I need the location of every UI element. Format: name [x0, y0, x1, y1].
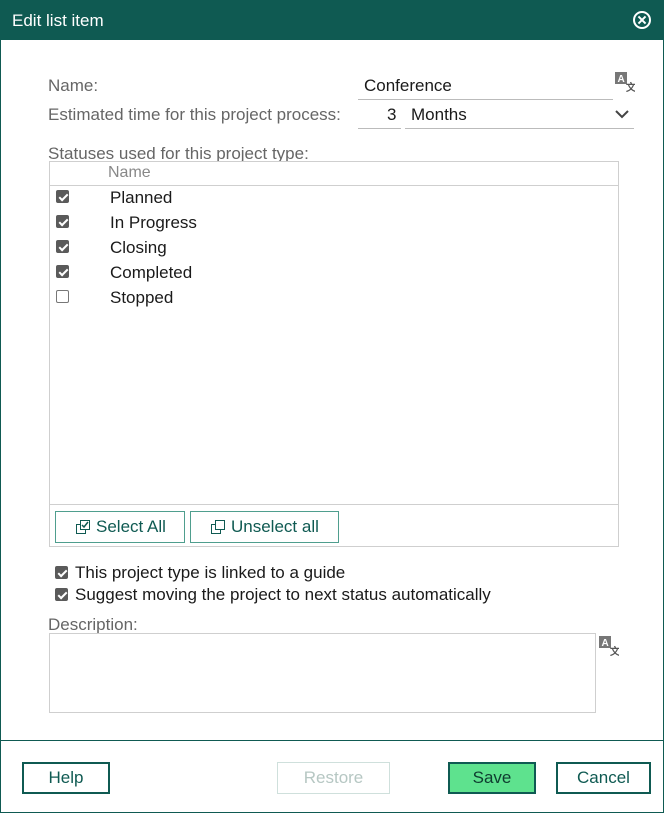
dialog-titlebar: Edit list item: [1, 1, 663, 40]
select-all-label: Select All: [96, 517, 166, 536]
unselect-all-label: Unselect all: [231, 517, 319, 536]
list-item[interactable]: In Progress: [50, 212, 618, 237]
unselect-all-icon: [211, 520, 225, 534]
status-label: Completed: [110, 263, 193, 282]
list-item[interactable]: Closing: [50, 237, 618, 262]
description-label: Description:: [48, 615, 138, 634]
close-icon[interactable]: [633, 11, 651, 29]
select-all-button[interactable]: Select All: [55, 511, 185, 543]
name-label: Name:: [48, 76, 99, 95]
translate-icon[interactable]: A 文: [599, 636, 619, 656]
svg-text:文: 文: [610, 645, 619, 656]
save-button[interactable]: Save: [448, 762, 536, 794]
linked-guide-checkbox[interactable]: [55, 566, 68, 579]
list-header: Name: [50, 162, 618, 186]
edit-list-item-dialog: Edit list item Name: Conference A 文 Esti…: [0, 0, 664, 813]
unselect-all-button[interactable]: Unselect all: [190, 511, 339, 543]
auto-status-label: Suggest moving the project to next statu…: [75, 585, 491, 604]
description-textarea[interactable]: [49, 633, 596, 713]
footer-divider: [1, 740, 663, 741]
status-label: Closing: [110, 238, 167, 257]
svg-text:文: 文: [626, 81, 635, 92]
dialog-title: Edit list item: [12, 11, 104, 30]
select-all-icon: [76, 520, 90, 534]
name-input[interactable]: Conference: [364, 76, 452, 96]
linked-guide-label: This project type is linked to a guide: [75, 563, 346, 582]
help-button[interactable]: Help: [22, 762, 110, 794]
status-checkbox[interactable]: [56, 240, 69, 253]
list-item[interactable]: Completed: [50, 262, 618, 287]
list-item[interactable]: Stopped: [50, 287, 618, 312]
status-checkbox[interactable]: [56, 290, 69, 303]
list-item[interactable]: Planned: [50, 187, 618, 212]
svg-text:A: A: [602, 638, 609, 649]
status-checkbox[interactable]: [56, 190, 69, 203]
list-actions: Select All Unselect all: [50, 504, 618, 547]
status-label: Stopped: [110, 288, 174, 307]
statuses-list: Name Planned In Progress Closing Complet…: [49, 161, 619, 547]
status-label: Planned: [110, 188, 173, 207]
restore-button[interactable]: Restore: [277, 762, 390, 794]
column-header-name: Name: [108, 164, 151, 181]
time-unit-underline: [405, 128, 634, 129]
status-checkbox[interactable]: [56, 265, 69, 278]
svg-text:A: A: [618, 74, 625, 85]
estimated-time-underline: [358, 128, 401, 129]
auto-status-checkbox[interactable]: [55, 588, 68, 601]
estimated-time-input[interactable]: 3: [387, 105, 396, 125]
time-unit-select[interactable]: Months: [411, 105, 467, 125]
status-label: In Progress: [110, 213, 197, 232]
translate-icon[interactable]: A 文: [615, 72, 635, 92]
status-checkbox[interactable]: [56, 215, 69, 228]
chevron-down-icon[interactable]: [615, 109, 629, 119]
cancel-button[interactable]: Cancel: [556, 762, 651, 794]
name-input-underline: [358, 99, 613, 100]
estimated-time-label: Estimated time for this project process:: [48, 105, 341, 124]
